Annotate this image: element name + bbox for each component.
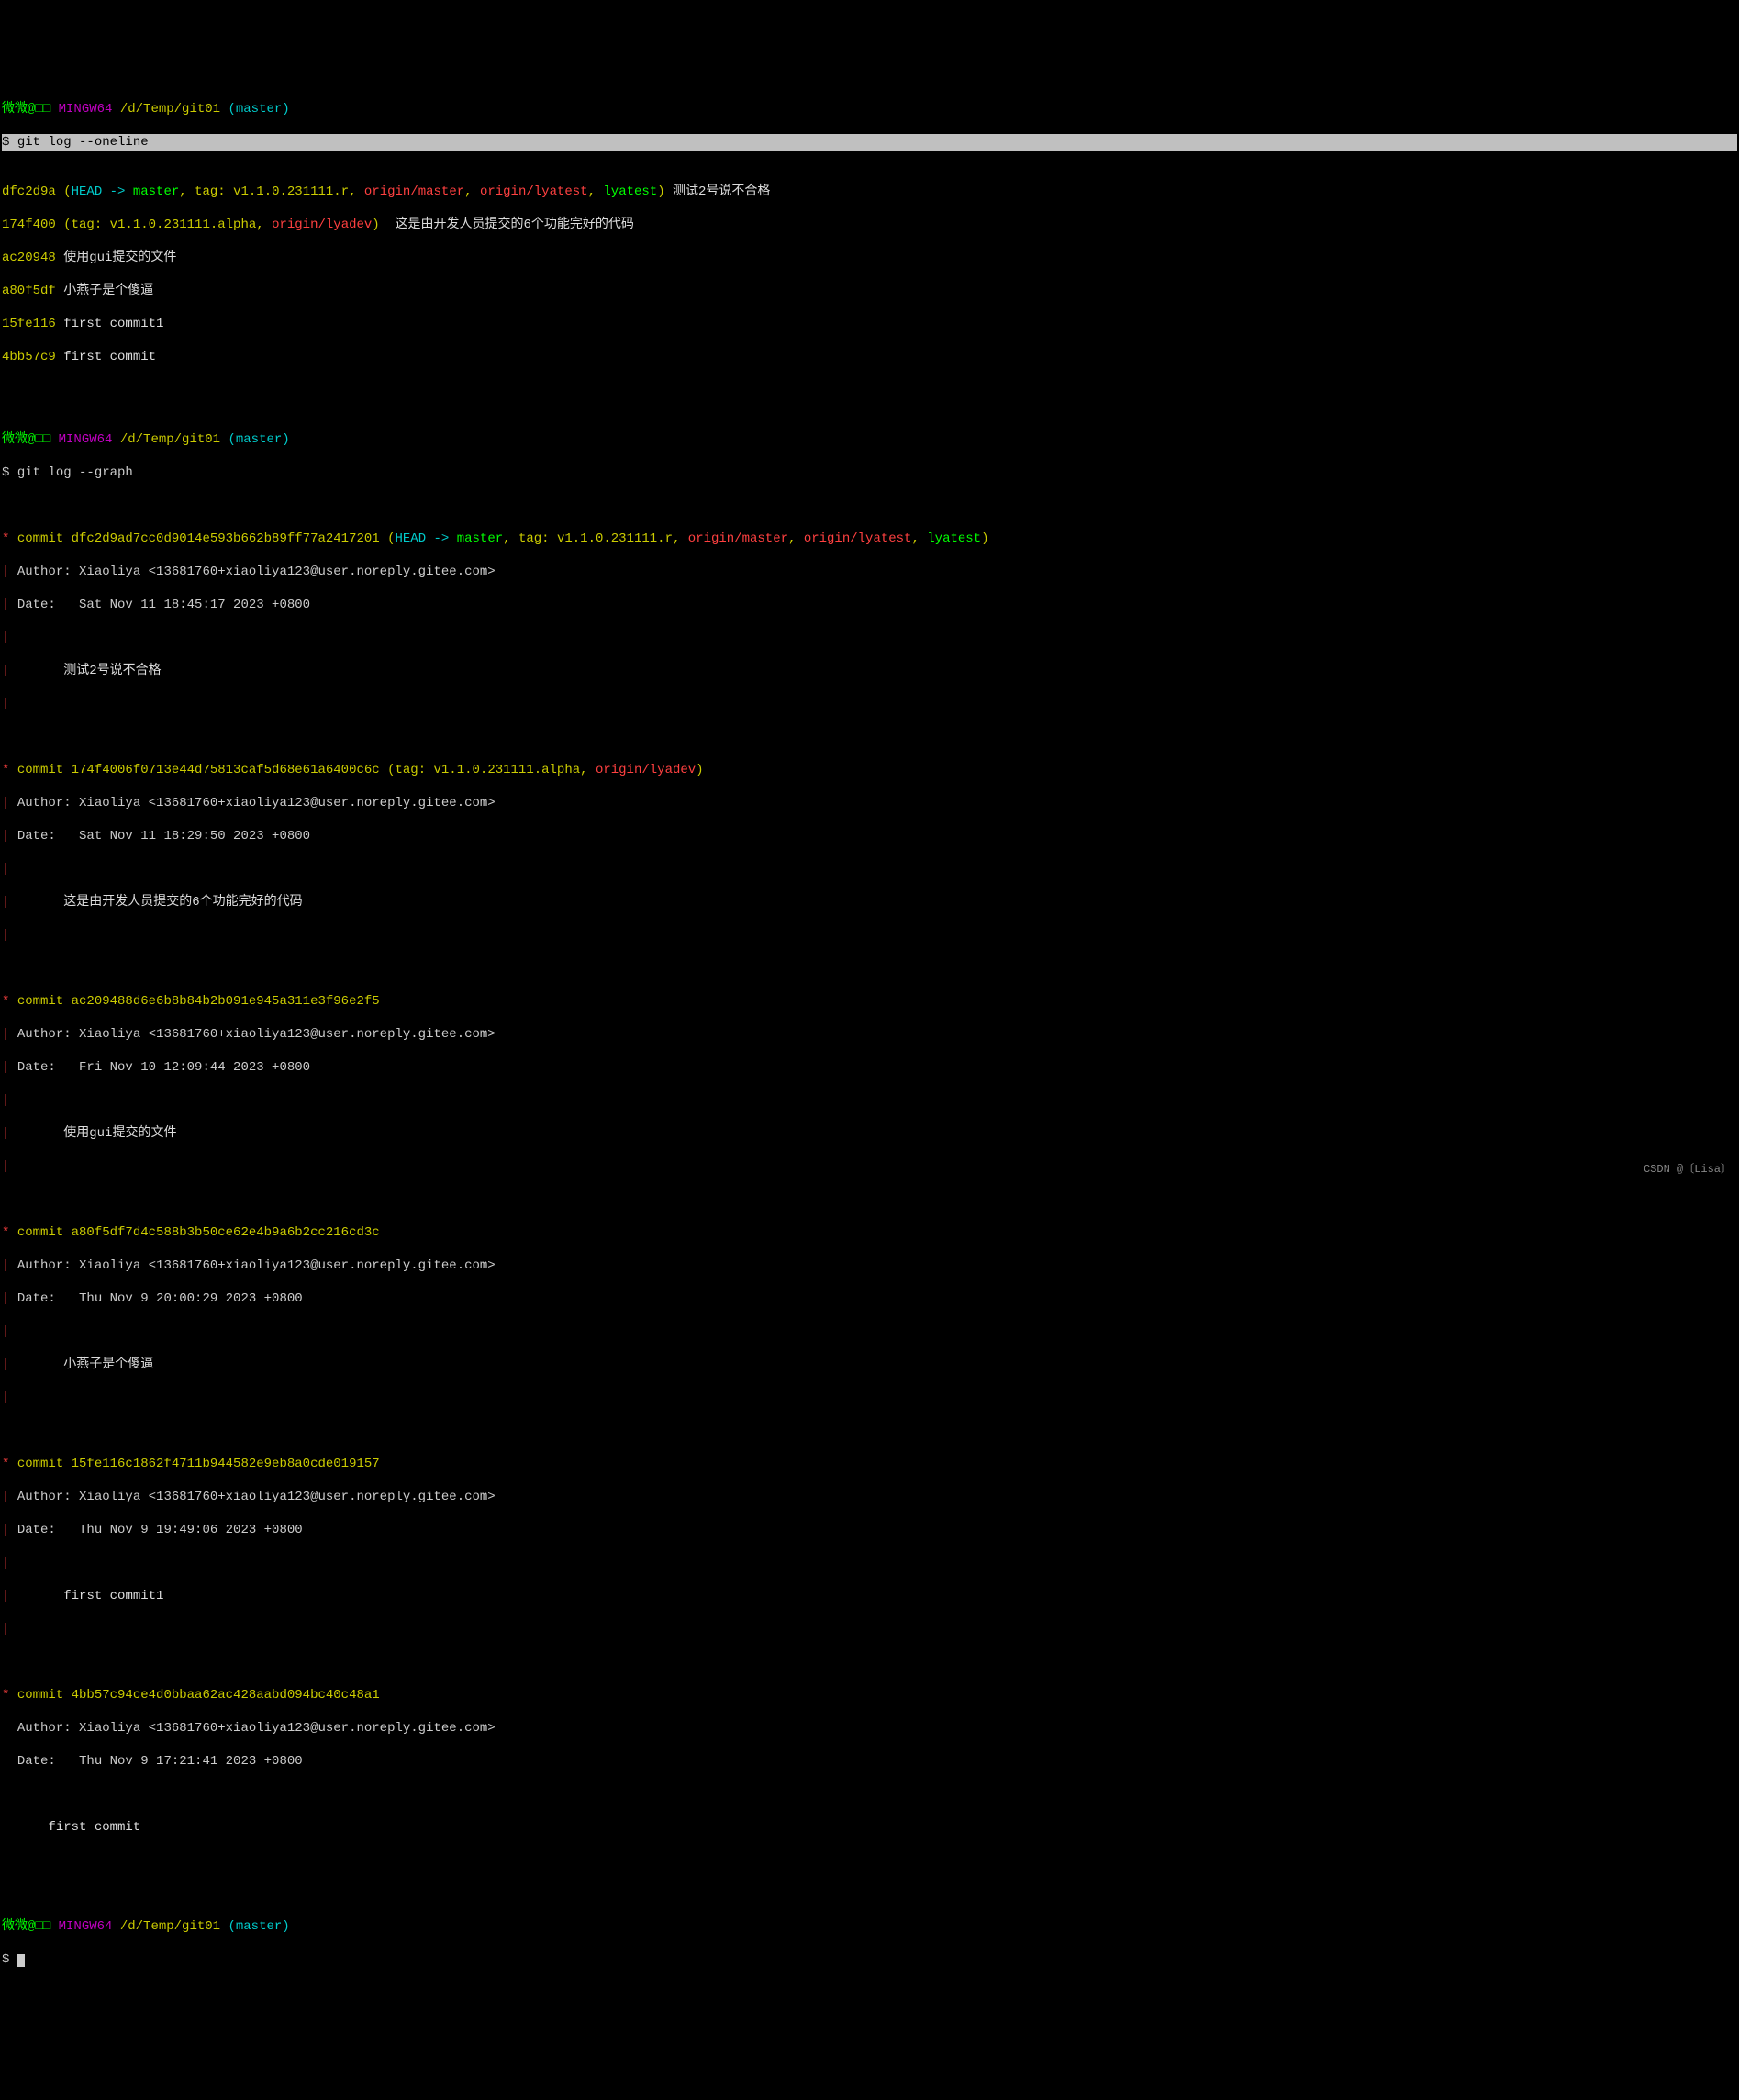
commit-message: first commit bbox=[56, 350, 156, 364]
commit-message: 使用gui提交的文件 bbox=[56, 251, 177, 265]
date-line: Date: Thu Nov 9 19:49:06 2023 +0800 bbox=[17, 1523, 303, 1537]
commit-message: first commit bbox=[48, 1820, 140, 1835]
commit-hash: 174f4006f0713e44d75813caf5d68e61a6400c6c bbox=[72, 763, 380, 777]
cwd-path: /d/Temp/git01 bbox=[120, 102, 220, 117]
commit-message: first commit1 bbox=[63, 1589, 163, 1603]
graph-commit-line: * commit ac209488d6e6b8b84b2b091e945a311… bbox=[2, 993, 1737, 1010]
log-line: 4bb57c9 first commit bbox=[2, 349, 1737, 365]
log-line: dfc2d9a (HEAD -> master, tag: v1.1.0.231… bbox=[2, 184, 1737, 200]
command-line: $ git log --graph bbox=[2, 464, 1737, 481]
date-line: Date: Thu Nov 9 20:00:29 2023 +0800 bbox=[17, 1291, 303, 1306]
author-line: Author: Xiaoliya <13681760+xiaoliya123@u… bbox=[17, 796, 496, 810]
user-host: 微微@□□ bbox=[2, 102, 50, 117]
commit-message: 小燕子是个傻逼 bbox=[56, 284, 153, 298]
commit-hash: 174f400 bbox=[2, 218, 56, 232]
commit-hash: ac20948 bbox=[2, 251, 56, 265]
commit-message: first commit1 bbox=[56, 317, 164, 331]
author-line: Author: Xiaoliya <13681760+xiaoliya123@u… bbox=[17, 1721, 496, 1736]
command-line[interactable]: $ bbox=[2, 1951, 1737, 1968]
commit-hash: dfc2d9a bbox=[2, 184, 56, 199]
date-line: Date: Thu Nov 9 17:21:41 2023 +0800 bbox=[17, 1754, 303, 1769]
commit-message: 这是由开发人员提交的6个功能完好的代码 bbox=[380, 218, 634, 232]
commit-hash: 4bb57c94ce4d0bbaa62ac428aabd094bc40c48a1 bbox=[72, 1688, 380, 1703]
commit-message: 测试2号说不合格 bbox=[63, 664, 161, 678]
commit-hash: 4bb57c9 bbox=[2, 350, 56, 364]
commit-message: 这是由开发人员提交的6个功能完好的代码 bbox=[63, 895, 302, 910]
graph-commit-line: * commit 4bb57c94ce4d0bbaa62ac428aabd094… bbox=[2, 1687, 1737, 1703]
prompt-line: 微微@□□ MINGW64 /d/Temp/git01 (master) bbox=[2, 101, 1737, 117]
commit-hash: 15fe116c1862f4711b944582e9eb8a0cde019157 bbox=[72, 1457, 380, 1471]
graph-commit-line: * commit 15fe116c1862f4711b944582e9eb8a0… bbox=[2, 1456, 1737, 1472]
command-text: git log --graph bbox=[17, 465, 133, 480]
commit-hash: a80f5df7d4c588b3b50ce62e4b9a6b2cc216cd3c bbox=[72, 1225, 380, 1240]
graph-commit-line: * commit a80f5df7d4c588b3b50ce62e4b9a6b2… bbox=[2, 1224, 1737, 1241]
log-line: 174f400 (tag: v1.1.0.231111.alpha, origi… bbox=[2, 217, 1737, 233]
command-line: $ git log --oneline bbox=[2, 134, 1737, 151]
watermark: CSDN @〔Lisa〕 bbox=[1644, 1161, 1732, 1178]
author-line: Author: Xiaoliya <13681760+xiaoliya123@u… bbox=[17, 1258, 496, 1273]
author-line: Author: Xiaoliya <13681760+xiaoliya123@u… bbox=[17, 1027, 496, 1042]
graph-commit-line: * commit dfc2d9ad7cc0d9014e593b662b89ff7… bbox=[2, 531, 1737, 547]
commit-hash: ac209488d6e6b8b84b2b091e945a311e3f96e2f5 bbox=[72, 994, 380, 1009]
cursor-icon bbox=[17, 1954, 25, 1967]
log-line: a80f5df 小燕子是个傻逼 bbox=[2, 283, 1737, 299]
log-line: 15fe116 first commit1 bbox=[2, 316, 1737, 332]
commit-hash: 15fe116 bbox=[2, 317, 56, 331]
prompt-line: 微微@□□ MINGW64 /d/Temp/git01 (master) bbox=[2, 1918, 1737, 1935]
date-line: Date: Fri Nov 10 12:09:44 2023 +0800 bbox=[17, 1060, 310, 1075]
author-line: Author: Xiaoliya <13681760+xiaoliya123@u… bbox=[17, 1490, 496, 1504]
mingw-env: MINGW64 bbox=[59, 102, 113, 117]
author-line: Author: Xiaoliya <13681760+xiaoliya123@u… bbox=[17, 564, 496, 579]
commit-hash: dfc2d9ad7cc0d9014e593b662b89ff77a2417201 bbox=[72, 531, 380, 546]
date-line: Date: Sat Nov 11 18:45:17 2023 +0800 bbox=[17, 598, 310, 612]
terminal-output[interactable]: 微微@□□ MINGW64 /d/Temp/git01 (master) $ g… bbox=[2, 68, 1737, 1984]
log-line: ac20948 使用gui提交的文件 bbox=[2, 250, 1737, 266]
commit-message: 测试2号说不合格 bbox=[665, 184, 771, 199]
prompt-line: 微微@□□ MINGW64 /d/Temp/git01 (master) bbox=[2, 431, 1737, 448]
command-text: git log --oneline bbox=[17, 135, 149, 150]
graph-commit-line: * commit 174f4006f0713e44d75813caf5d68e6… bbox=[2, 762, 1737, 778]
date-line: Date: Sat Nov 11 18:29:50 2023 +0800 bbox=[17, 829, 310, 843]
branch-label: (master) bbox=[228, 102, 289, 117]
commit-message: 小燕子是个傻逼 bbox=[63, 1357, 153, 1372]
commit-hash: a80f5df bbox=[2, 284, 56, 298]
commit-message: 使用gui提交的文件 bbox=[63, 1126, 176, 1141]
